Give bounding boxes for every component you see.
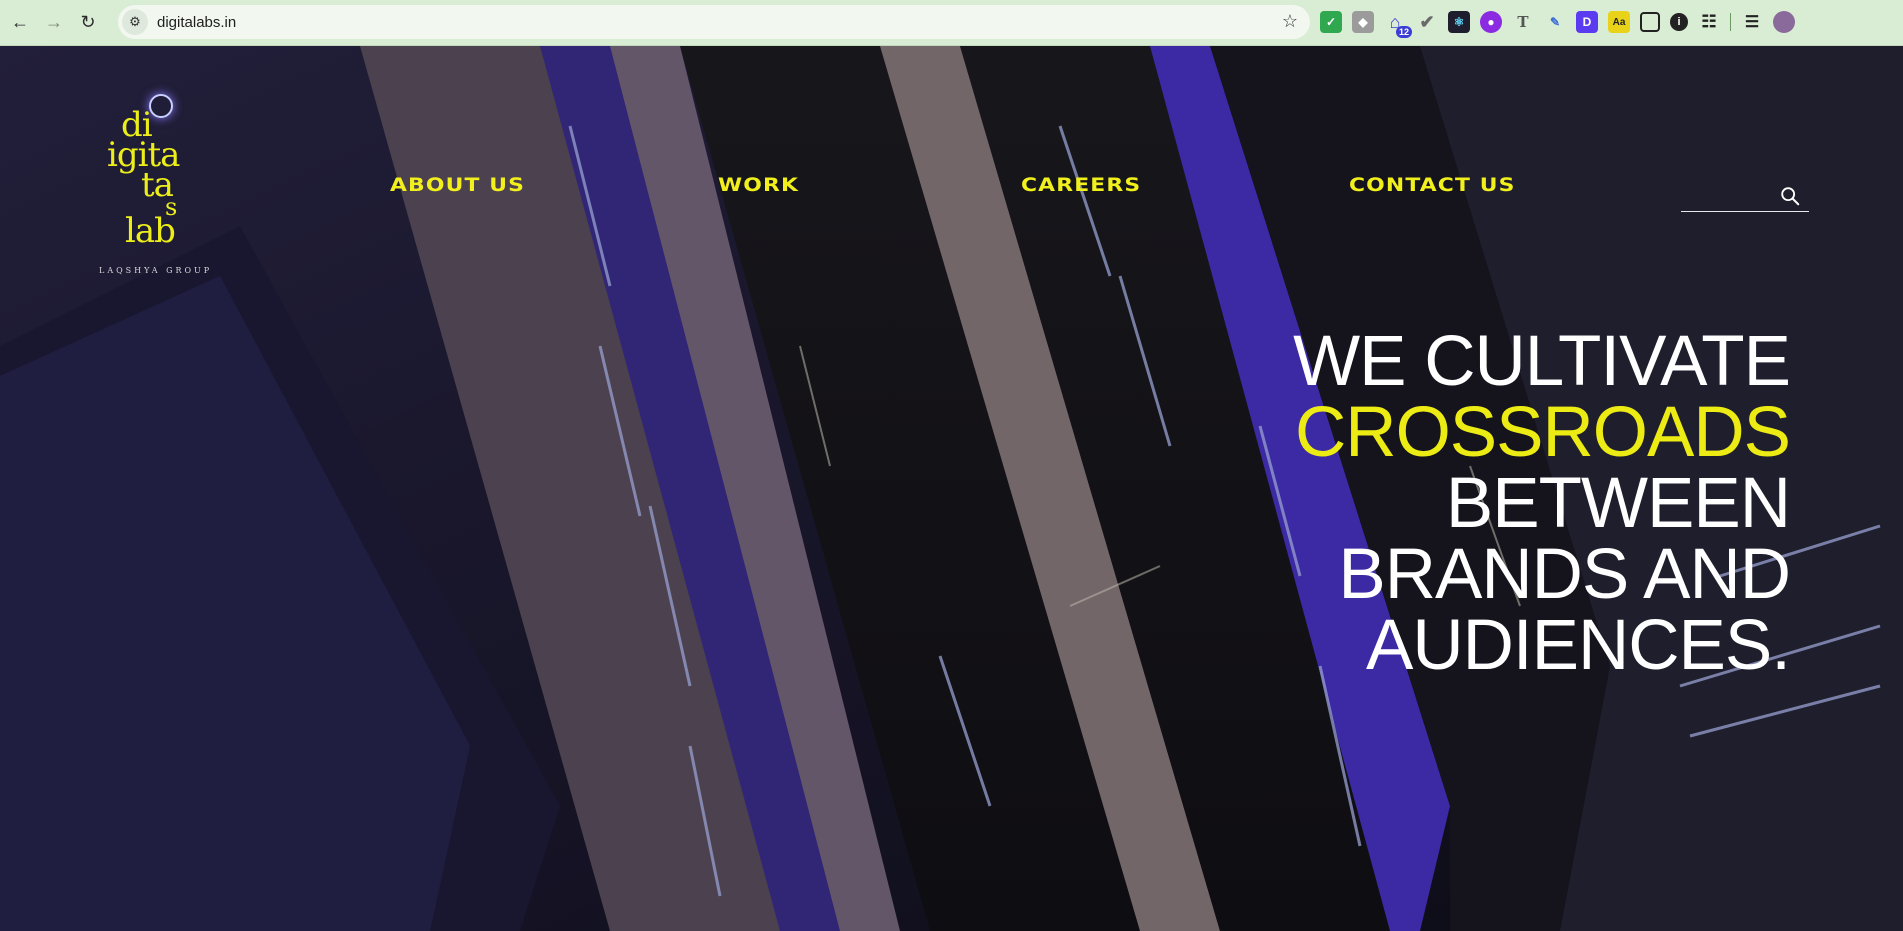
hero-line-3: BETWEEN [1445,464,1791,543]
media-icon[interactable]: ☰ [1741,11,1763,33]
shield-check-icon[interactable]: ✓ [1320,11,1342,33]
logo-wordmark: di igita ta s lab [107,105,180,251]
nav-about-us[interactable]: ABOUT US [390,174,525,196]
home-icon[interactable]: ⌂ 12 [1384,11,1412,38]
puzzle-icon[interactable]: ☷ [1698,11,1720,33]
forward-icon[interactable]: → [40,9,68,37]
profile-avatar-icon[interactable] [1773,11,1795,33]
nav-work[interactable]: WORK [718,174,799,196]
hero-line-5: AUDIENCES. [1366,606,1791,685]
react-icon[interactable]: ⚛ [1448,11,1470,33]
search-icon[interactable] [1779,185,1801,207]
d-icon[interactable]: D [1576,11,1598,33]
address-bar[interactable]: ⚙ digitalabs.in ☆ [118,5,1310,39]
pen-icon[interactable]: ✎ [1544,11,1566,33]
search-box [1681,183,1809,212]
text-icon[interactable]: T [1512,11,1534,33]
site-info-icon[interactable]: ⚙ [122,9,148,35]
logo-subtitle: LAQSHYA GROUP [99,266,213,275]
bookmark-star-icon[interactable]: ☆ [1282,11,1298,32]
extensions-bar: ✓ ◆ ⌂ 12 ✔ ⚛ ● T ✎ D Aa i ☷ ☰ [1320,8,1795,38]
toolbar-divider [1730,13,1731,31]
dictionary-icon[interactable]: Aa [1608,11,1630,33]
hero-line-2-highlight: CROSSROADS [1295,393,1791,472]
back-icon[interactable]: ← [6,9,34,37]
hero-headline: WE CULTIVATE CROSSROADS BETWEEN BRANDS A… [1293,322,1791,685]
hero-line-1: WE CULTIVATE [1293,322,1791,401]
hero-section: di igita ta s lab LAQSHYA GROUP ABOUT US… [0,46,1903,931]
reload-icon[interactable]: ↻ [74,9,102,37]
extension-badge: 12 [1395,26,1412,38]
check-circle-icon[interactable]: ✔ [1416,11,1438,33]
nav-careers[interactable]: CAREERS [1021,174,1141,196]
image-icon[interactable] [1640,12,1660,32]
search-input[interactable] [1681,183,1780,211]
circle-app-icon[interactable]: ● [1480,11,1502,33]
nav-contact-us[interactable]: CONTACT US [1349,174,1516,196]
shield-icon[interactable]: ◆ [1352,11,1374,33]
info-icon[interactable]: i [1670,13,1688,31]
browser-toolbar: ← → ↻ ⚙ digitalabs.in ☆ ✓ ◆ ⌂ 12 ✔ ⚛ ● T … [0,0,1903,46]
hero-line-4: BRANDS AND [1338,535,1791,614]
site-logo[interactable]: di igita ta s lab LAQSHYA GROUP [95,90,215,275]
url-text: digitalabs.in [157,13,237,31]
